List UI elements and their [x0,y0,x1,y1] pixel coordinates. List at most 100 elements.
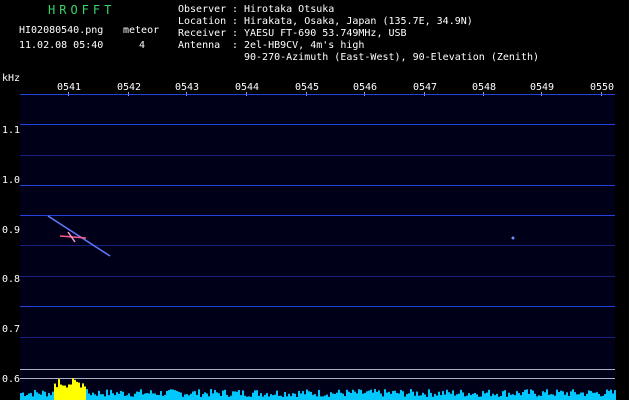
noise-bar [276,390,278,400]
noise-bar [162,395,164,400]
noise-bar [430,392,432,400]
noise-bar [34,389,36,400]
noise-bar [190,393,192,400]
noise-bar [126,395,128,400]
noise-bar [330,392,332,400]
noise-bar [462,392,464,400]
noise-bar [452,390,454,400]
noise-bar [118,393,120,400]
noise-bar [548,394,550,400]
noise-bar [204,392,206,400]
noise-bar [444,394,446,400]
noise-bar [316,396,318,400]
noise-bar [536,396,538,400]
meteor-power-bar [62,385,64,400]
noise-bar [318,389,320,400]
noise-bar [398,393,400,400]
noise-bar [194,391,196,400]
noise-bar [164,394,166,400]
noise-bar [608,390,610,400]
noise-bar [272,395,274,400]
noise-bar [334,393,336,400]
noise-bar [210,389,212,400]
noise-bar [474,392,476,400]
noise-bar [544,392,546,400]
noise-bar [332,393,334,400]
noise-bar [314,394,316,400]
noise-bar [418,395,420,400]
noise-bar [266,393,268,400]
noise-bar [88,393,90,400]
noise-bar [408,393,410,400]
noise-bar [420,395,422,400]
noise-bar [396,392,398,400]
noise-bar [116,392,118,400]
noise-bar [530,389,532,400]
noise-bar [44,391,46,400]
noise-bar [304,394,306,400]
noise-bar [612,393,614,400]
meteor-power-bar [70,384,72,400]
noise-bar [368,390,370,400]
noise-bar [336,392,338,400]
noise-bar [384,389,386,400]
noise-bar [26,395,28,400]
noise-bar [390,393,392,400]
noise-bar [114,395,116,400]
noise-bar [38,393,40,400]
noise-bar [148,393,150,400]
noise-bar [292,393,294,400]
noise-bar [144,393,146,400]
meteor-power-bar [84,386,86,400]
noise-bar [236,391,238,400]
noise-bar [412,391,414,400]
noise-bar [388,391,390,400]
noise-bar [436,395,438,400]
noise-bar [372,392,374,400]
noise-bar [382,396,384,400]
meteor-power-bar [74,379,76,400]
noise-bar [138,391,140,400]
meteor-power-bar [80,387,82,400]
meteor-power-bar [72,378,74,400]
meteor-power-bar [64,385,66,400]
noise-bar [566,392,568,400]
noise-bar [192,391,194,400]
noise-bar [564,394,566,400]
noise-bar [410,389,412,400]
noise-bar [454,395,456,400]
noise-bar [456,394,458,400]
noise-bar [128,393,130,400]
noise-bar [274,394,276,400]
noise-bar [92,392,94,400]
noise-bar [30,392,32,400]
noise-bar [290,396,292,400]
noise-bar [484,393,486,400]
noise-bar [146,393,148,400]
noise-bar [496,393,498,400]
noise-floor [20,378,616,400]
noise-bar [446,389,448,400]
noise-bar [158,395,160,400]
noise-bar [308,391,310,400]
noise-bar [596,392,598,400]
noise-bar [464,396,466,400]
noise-bar [312,394,314,400]
noise-bar [112,393,114,400]
noise-bar [174,390,176,400]
noise-bar [520,395,522,400]
noise-bar [286,396,288,400]
noise-bar [554,395,556,400]
noise-bar [86,389,88,400]
noise-bar [238,390,240,400]
noise-bar [306,389,308,400]
noise-bar [302,391,304,400]
noise-bar [604,393,606,400]
noise-bar [526,389,528,400]
noise-bar [516,391,518,400]
noise-bar [284,392,286,400]
meteor-power-bar [82,383,84,400]
noise-bar [108,395,110,400]
noise-bar [362,393,364,400]
noise-bar [552,394,554,400]
